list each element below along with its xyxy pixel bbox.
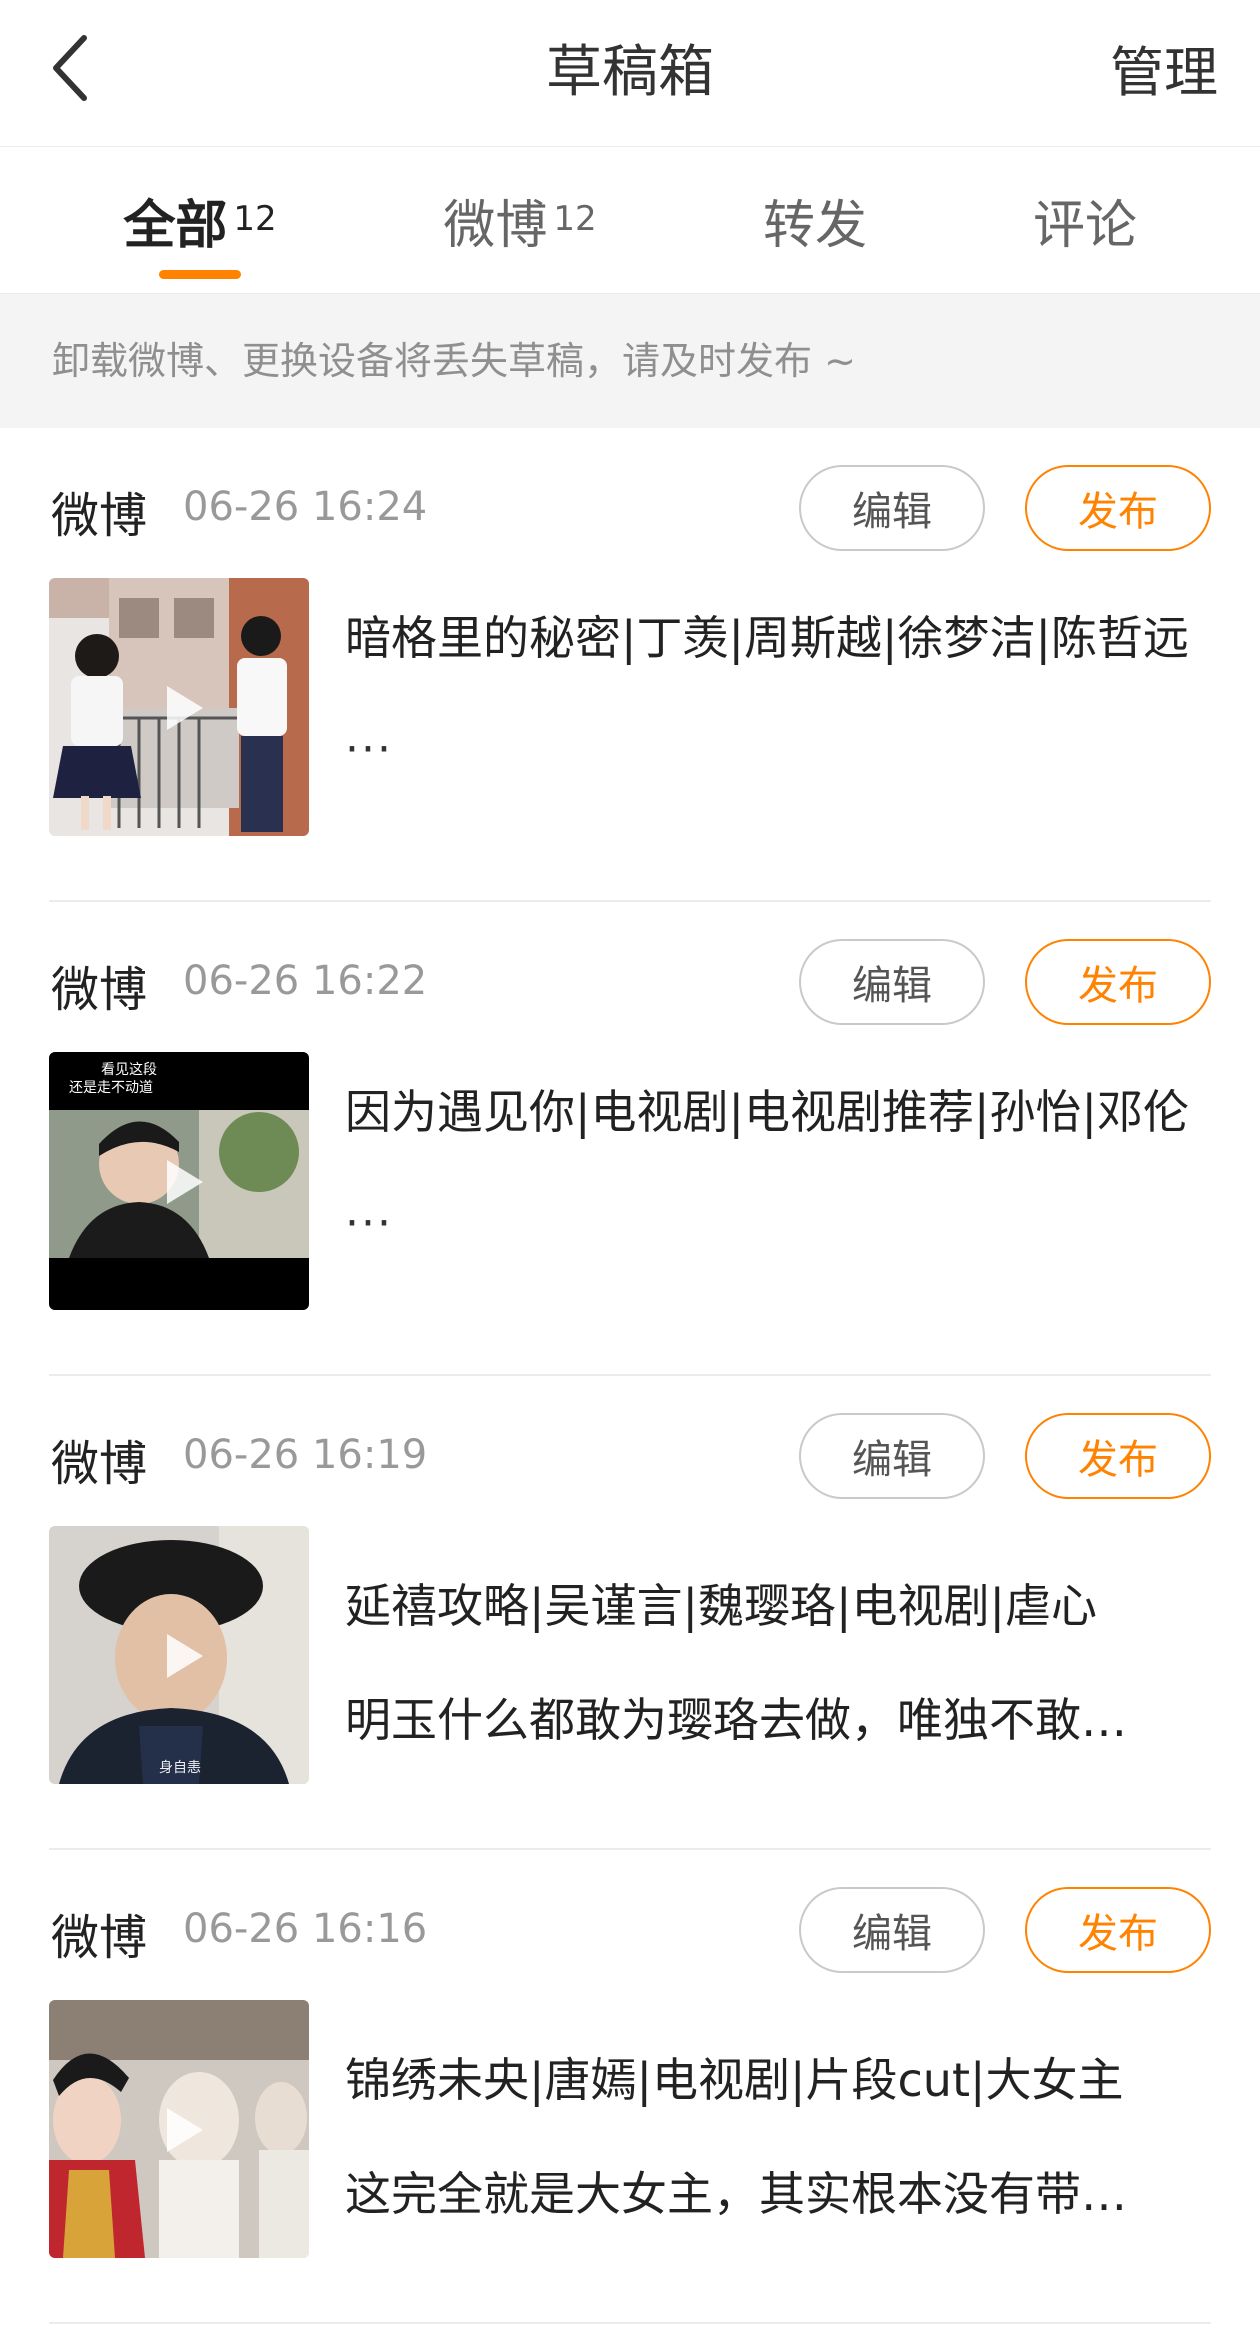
edit-button[interactable]: 编辑 [799,1413,985,1499]
tab-label: 微博 [443,195,548,256]
top-bar: 草稿箱 管理 [0,0,1260,147]
play-icon [167,1160,203,1204]
draft-list: 微博 06-26 16:24 编辑 发布 暗格里的秘密|丁羡|周斯越|徐梦洁|陈… [0,428,1260,2324]
draft-title: 延禧攻略|吴谨言|魏璎珞|电视剧|虐心 [345,1579,1097,1633]
draft-item: 微博 06-26 16:22 编辑 发布 看见这段 还是走不动道 因为遇见你|电… [49,902,1211,1376]
thumbnail-caption: 身自恚 [159,1760,201,1776]
publish-button[interactable]: 发布 [1025,465,1211,551]
page-title: 草稿箱 [546,40,714,105]
draft-body: 明玉什么都敢为璎珞去做，唯独不敢… [345,1693,1127,1747]
play-icon [167,2108,203,2152]
tab-comment[interactable]: 评论 [990,147,1180,293]
draft-time: 06-26 16:22 [183,958,428,1004]
thumbnail-caption: 看见这段 [101,1061,157,1078]
tab-label: 转发 [762,195,867,256]
chevron-left-icon [53,35,87,101]
video-thumbnail[interactable] [49,578,309,836]
tab-count: 12 [553,199,597,239]
play-icon [167,1634,203,1678]
video-thumbnail[interactable] [49,2000,309,2258]
tab-weibo[interactable]: 微博 12 [430,147,610,293]
edit-button[interactable]: 编辑 [799,1887,985,1973]
draft-source: 微博 [51,1910,148,1966]
draft-source: 微博 [51,962,148,1018]
thumbnail-caption: 还是走不动道 [69,1080,153,1096]
active-tab-indicator [159,270,241,279]
edit-button[interactable]: 编辑 [799,939,985,1025]
manage-button[interactable]: 管理 [1110,0,1218,146]
tab-label: 评论 [1032,195,1137,256]
draft-body: 这完全就是大女主，其实根本没有带… [345,2167,1127,2221]
draft-source: 微博 [51,1436,148,1492]
back-button[interactable] [40,28,100,108]
draft-item: 微博 06-26 16:19 编辑 发布 身自恚 延禧攻略|吴谨言|魏璎珞|电视… [49,1376,1211,1850]
draft-title: 因为遇见你|电视剧|电视剧推荐|孙怡|邓伦 [345,1085,1189,1139]
draft-item: 微博 06-26 16:24 编辑 发布 暗格里的秘密|丁羡|周斯越|徐梦洁|陈… [49,428,1211,902]
publish-button[interactable]: 发布 [1025,1887,1211,1973]
play-icon [167,686,203,730]
publish-button[interactable]: 发布 [1025,1413,1211,1499]
tab-count: 12 [233,199,277,239]
video-thumbnail[interactable]: 身自恚 [49,1526,309,1784]
draft-ellipsis: ··· [345,1198,393,1249]
notice-banner: 卸载微博、更换设备将丢失草稿，请及时发布 ~ [0,294,1260,428]
draft-title: 暗格里的秘密|丁羡|周斯越|徐梦洁|陈哲远 [345,611,1189,665]
tab-label: 全部 [123,195,228,256]
draft-item: 微博 06-26 16:16 编辑 发布 锦绣未央|唐嫣|电视剧|片段cut|大… [49,1850,1211,2324]
tab-repost[interactable]: 转发 [720,147,910,293]
publish-button[interactable]: 发布 [1025,939,1211,1025]
draft-time: 06-26 16:19 [183,1432,428,1478]
draft-time: 06-26 16:24 [183,484,428,530]
draft-ellipsis: ··· [345,724,393,775]
edit-button[interactable]: 编辑 [799,465,985,551]
video-thumbnail[interactable]: 看见这段 还是走不动道 [49,1052,309,1310]
draft-source: 微博 [51,488,148,544]
draft-title: 锦绣未央|唐嫣|电视剧|片段cut|大女主 [345,2053,1124,2107]
draft-time: 06-26 16:16 [183,1906,428,1952]
